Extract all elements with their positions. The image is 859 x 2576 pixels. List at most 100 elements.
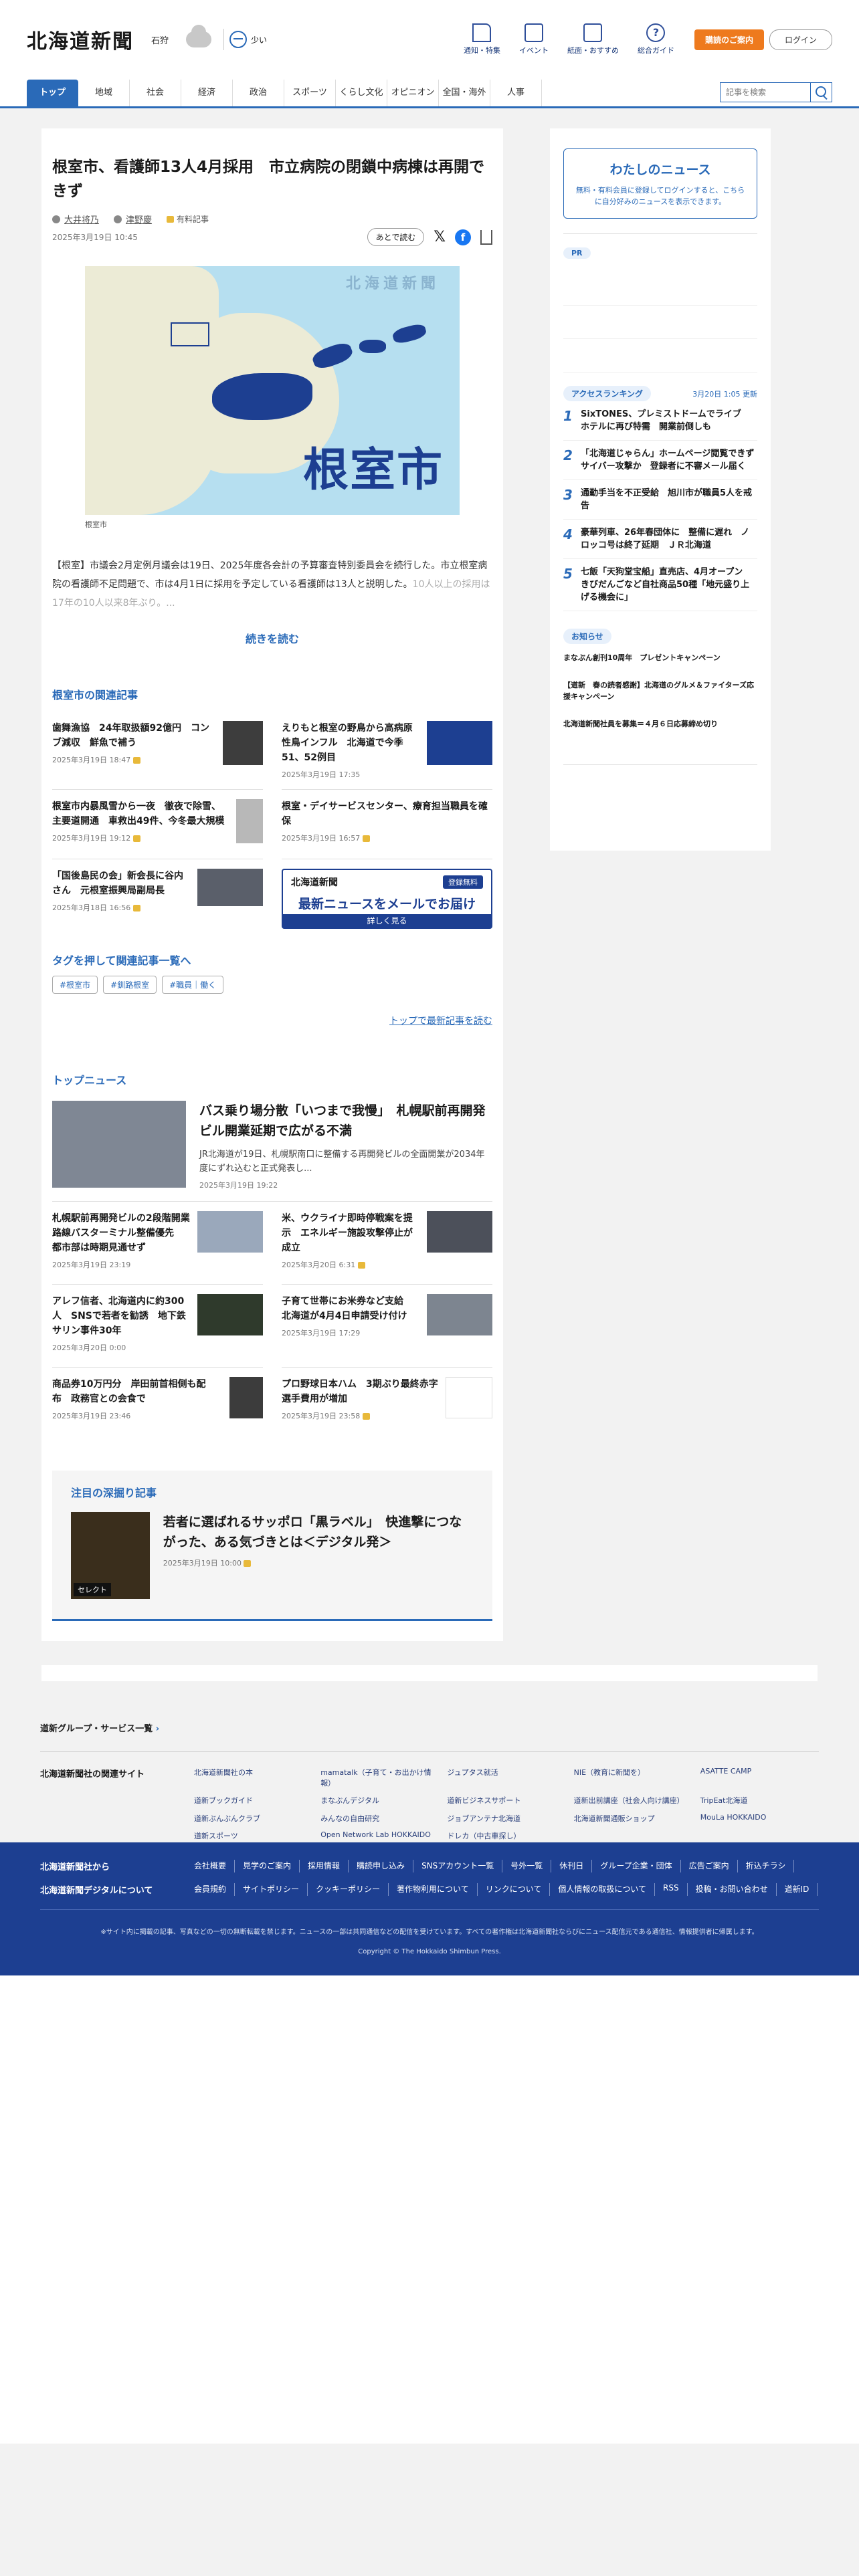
top-news-item[interactable]: 子育て世帯にお米券など支給 北海道が4月4日申請受け付け 2025年3月19日 1… [282,1285,492,1368]
related-site-link[interactable]: 北海道新聞通販ショップ [574,1813,692,1825]
ranking-item[interactable]: 4 豪華列車、26年春団体に 整備に遅れ ノロッコ号は終了延期 ＪＲ北海道 [563,520,757,559]
guide-link[interactable]: ? 総合ガイド [638,23,674,56]
digital-footer-link[interactable]: 道新ID [777,1883,818,1896]
related-item[interactable]: 「国後島民の会」新会長に谷内さん 元根室振興局副局長 2025年3月18日 16:… [52,859,263,929]
related-site-link[interactable]: mamatalk（子育て・お出かけ情報） [320,1767,439,1790]
top-news-item[interactable]: 札幌駅前再開発ビルの2段階開業 路線バスターミナル整備優先 都市部は時期見通せず… [52,1202,263,1285]
related-site-link[interactable]: Open Network Lab HOKKAIDO [320,1830,439,1842]
top-news-item[interactable]: 米、ウクライナ即時停戦案を提示 エネルギー施設攻撃停止が成立 2025年3月20日… [282,1202,492,1285]
to-top-link[interactable]: トップで最新記事を読む [52,1014,492,1027]
author-name: 大井将乃 [64,215,100,225]
site-logo[interactable]: 北海道新聞 [27,25,134,54]
x-share-icon[interactable]: 𝕏 [434,229,446,245]
tag-link[interactable]: #根室市 [52,976,98,994]
related-item[interactable]: 根室市内暴風雪から一夜 徹夜で除雪、主要道開通 車救出49件、今冬最大規模 202… [52,790,263,859]
region-label[interactable]: 石狩 [151,33,169,46]
related-site-link[interactable]: ジョブアンテナ北海道 [447,1813,565,1825]
related-item[interactable]: 歯舞漁協 24年取扱額92億円 コンブ減収 鮮魚で補う 2025年3月19日 18… [52,712,263,790]
pollen-widget[interactable]: 少い [229,31,267,48]
company-footer-link[interactable]: 広告ご案内 [681,1860,738,1872]
top-news-item[interactable]: アレフ信者、北海道内に約300人 SNSで若者を勧誘 地下鉄サリン事件30年 20… [52,1285,263,1368]
read-more-link[interactable]: 続きを読む [52,630,492,646]
top-news-item[interactable]: プロ野球日本ハム 3期ぶり最終赤字 選手費用が増加 2025年3月19日 23:5… [282,1368,492,1451]
digital-footer-link[interactable]: 著作物利用について [389,1883,478,1896]
subscribe-button[interactable]: 購読のご案内 [694,29,764,50]
digital-footer-link[interactable]: サイトポリシー [235,1883,308,1896]
related-item[interactable]: えりもと根室の野鳥から高病原性鳥インフル 北海道で今季51、52例目 2025年3… [282,712,492,790]
facebook-share-icon[interactable]: f [455,229,471,245]
nav-item-world[interactable]: 全国・海外 [439,80,490,106]
tag-link[interactable]: #職員｜働く [162,976,224,994]
newsletter-ad-banner[interactable]: 北海道新聞 登録無料 最新ニュースをメールでお届け 詳しく見る [282,869,492,929]
nav-item-opinion[interactable]: オピニオン [387,80,439,106]
nav-item-society[interactable]: 社会 [130,80,181,106]
login-button[interactable]: ログイン [769,29,832,50]
digital-footer-link[interactable]: 会員規約 [194,1883,235,1896]
top-news-item[interactable]: 商品券10万円分 岸田前首相側も配布 政務官との会食で 2025年3月19日 23… [52,1368,263,1451]
company-footer-link[interactable]: 見学のご案内 [235,1860,300,1872]
digital-footer-link[interactable]: 個人情報の取扱について [550,1883,656,1896]
company-footer-link[interactable]: 会社概要 [194,1860,235,1872]
tags-title[interactable]: タグを押して関連記事一覧へ [52,952,492,968]
company-footer-link[interactable]: 採用情報 [300,1860,349,1872]
ranking-item[interactable]: 3 通勤手当を不正受給 旭川市が職員5人を戒告 [563,480,757,520]
digital-footer-link[interactable]: 投稿・お問い合わせ [688,1883,777,1896]
digital-footer-link[interactable]: リンクについて [478,1883,551,1896]
related-site-link[interactable]: ジュプタス就活 [447,1767,565,1790]
search-icon[interactable] [811,82,832,102]
related-site-link[interactable]: TripEat北海道 [700,1795,819,1807]
share-icon[interactable] [480,229,492,245]
related-site-link[interactable]: ドレカ（中古車探し） [447,1830,565,1842]
related-site-link[interactable]: 道新ビジネスサポート [447,1795,565,1807]
ranking-item[interactable]: 5 七飯「天狗堂宝船」直売店、4月オープン きびだんごなど自社商品50種「地元盛り… [563,559,757,611]
company-footer-link[interactable]: 折込チラシ [738,1860,795,1872]
nav-item-sports[interactable]: スポーツ [284,80,336,106]
nav-item-top[interactable]: トップ [27,80,78,106]
top-news-hero[interactable]: バス乗り場分散「いつまで我慢」 札幌駅前再開発ビル開業延期で広がる不満 JR北海… [52,1101,492,1202]
author-link[interactable]: 津野慶 [114,213,152,225]
company-footer-link[interactable]: SNSアカウント一覧 [413,1860,503,1872]
digital-footer-link[interactable]: RSS [655,1883,688,1896]
tag-link[interactable]: #釧路根室 [103,976,157,994]
weather-widget[interactable] [186,25,212,47]
paper-link[interactable]: 紙面・おすすめ [567,23,619,56]
feature-item[interactable]: セレクト 若者に選ばれるサッポロ「黒ラベル」 快進撃につながった、ある気づきとは… [71,1512,474,1599]
company-footer-link[interactable]: 購読申し込み [349,1860,414,1872]
nav-item-personnel[interactable]: 人事 [490,80,542,106]
related-site-link[interactable]: 道新スポーツ [194,1830,312,1842]
related-site-link[interactable]: 道新ぶんぶんクラブ [194,1813,312,1825]
ranking-title[interactable]: アクセスランキング [563,386,652,401]
related-site-link[interactable]: ASATTE CAMP [700,1767,819,1790]
nav-item-economy[interactable]: 経済 [181,80,233,106]
ranking-item[interactable]: 2 「北海道じゃらん」ホームページ閲覧できず サイバー攻撃か 登録者に不審メール届… [563,441,763,480]
event-link[interactable]: イベント [519,23,549,56]
related-site-link[interactable]: 道新出前講座（社会人向け講座） [574,1795,692,1807]
ranking-item[interactable]: 1 SixTONES、プレミストドームでライブ ホテルに再び特需 開業前倒しも [563,401,757,441]
related-site-link[interactable]: 北海道新聞社の本 [194,1767,312,1790]
nav-item-politics[interactable]: 政治 [233,80,284,106]
read-later-button[interactable]: あとで読む [367,228,425,246]
company-footer-link[interactable]: 休刊日 [551,1860,593,1872]
author-link[interactable]: 大井将乃 [52,213,99,225]
related-site-link[interactable]: MouLa HOKKAIDO [700,1813,819,1825]
nav-item-life[interactable]: くらし文化 [336,80,387,106]
company-footer-link[interactable]: 号外一覧 [502,1860,552,1872]
notice-title[interactable]: お知らせ [563,629,611,644]
notice-item[interactable]: 【道新 春の読者感謝】北海道のグルメ＆ファイターズ応援キャンペーン [563,671,757,710]
my-news-text[interactable]: 無料・有料会員に登録してログインすると、こちらに自分好みのニュースを表示できます… [575,185,746,207]
nav-item-region[interactable]: 地域 [78,80,130,106]
feature-title[interactable]: 注目の深掘り記事 [71,1484,474,1500]
notice-item[interactable]: まなぶん創刊10周年 プレゼントキャンペーン [563,644,757,671]
lock-icon [244,1560,252,1567]
group-services-link[interactable]: 道新グループ・サービス一覧 › [40,1721,819,1734]
related-item[interactable]: 根室・デイサービスセンター、療育担当職員を確保 2025年3月19日 16:57 [282,790,492,859]
related-site-link[interactable]: NIE（教育に新聞を） [574,1767,692,1790]
company-footer-link[interactable]: グループ企業・団体 [592,1860,681,1872]
notification-link[interactable]: 通知・特集 [464,23,500,56]
related-site-link[interactable]: 道新ブックガイド [194,1795,312,1807]
digital-footer-link[interactable]: クッキーポリシー [308,1883,389,1896]
search-input[interactable] [720,82,811,102]
related-site-link[interactable]: まなぶんデジタル [320,1795,439,1807]
related-site-link[interactable]: みんなの自由研究 [320,1813,439,1825]
notice-item[interactable]: 北海道新聞社員を募集＝４月６日応募締め切り [563,710,757,738]
